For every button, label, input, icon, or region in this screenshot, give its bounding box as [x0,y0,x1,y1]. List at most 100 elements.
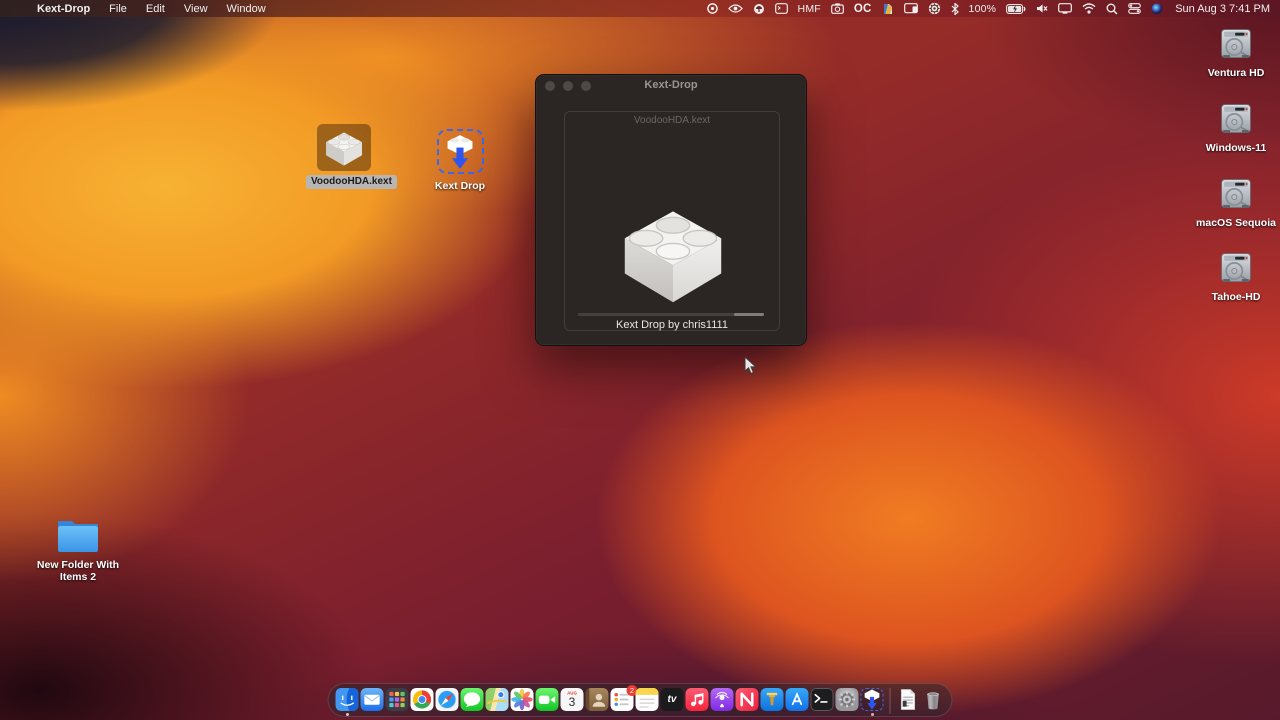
siri-orb-icon[interactable] [1151,0,1163,17]
hard-drive-icon [1221,29,1251,59]
volume-muted-icon[interactable] [1036,0,1048,17]
dock: AUG 3 2 tv [327,683,953,717]
dock-app-store[interactable] [785,688,809,716]
keynote-icon [760,688,784,711]
dock-keynote[interactable] [760,688,784,716]
drive-windows-11[interactable]: Windows-11 [1194,102,1278,154]
close-button[interactable] [545,81,555,91]
colored-app-icon[interactable] [882,0,894,17]
calendar-day: 3 [569,695,576,709]
kext-dropzone[interactable]: VoodooHDA.kext Kext Drop by chris1111 [564,111,780,331]
control-center-icon[interactable] [1128,0,1142,17]
app-circle-icon[interactable] [753,0,765,17]
dropzone-file-label: VoodooHDA.kext [633,115,711,126]
music-icon [685,688,709,711]
window-titlebar[interactable]: Kext-Drop [536,75,806,97]
tv-logo: tv [667,694,677,705]
dock-finder[interactable] [335,688,359,716]
launchpad-icon [385,688,409,711]
dock-tv[interactable]: tv [660,688,684,716]
mail-icon [360,688,384,711]
hard-drive-icon [1221,104,1251,134]
drive-label: Tahoe-HD [1211,291,1261,303]
menu-clock[interactable]: Sun Aug 3 7:41 PM [1173,3,1270,15]
camera-icon[interactable] [830,0,844,17]
photos-icon [510,688,534,711]
menu-view[interactable]: View [184,3,208,15]
record-icon[interactable] [706,0,718,17]
drive-label: Ventura HD [1207,67,1265,79]
maps-icon [485,688,509,711]
trash-icon [927,692,939,710]
dock-facetime[interactable] [535,688,559,716]
zoom-button[interactable] [581,81,591,91]
brick-arrow-icon [864,689,880,710]
dock-contacts[interactable] [585,688,609,716]
hmf-label[interactable]: HMF [798,0,821,17]
oc-label[interactable]: OC [854,0,872,17]
dock-calendar[interactable]: AUG 3 [560,688,584,716]
dock-safari[interactable] [435,688,459,716]
app-store-icon [785,688,809,711]
drive-label: Windows-11 [1205,142,1267,154]
desktop-app-kext-drop[interactable]: Kext Drop [422,129,498,192]
menu-bar: Kext-Drop File Edit View Window HMF OC 1… [0,0,1280,17]
spotlight-icon[interactable] [1106,0,1118,17]
finder-icon [335,688,359,711]
dock-terminal[interactable] [810,688,834,716]
podcasts-icon [710,688,734,711]
dock-chrome[interactable] [410,688,434,716]
dock-news[interactable] [735,688,759,716]
dock-messages[interactable] [460,688,484,716]
folder-label: New Folder With Items 2 [36,559,120,583]
running-indicator [345,713,349,716]
dock-podcasts[interactable] [710,688,734,716]
sidecar-display-icon[interactable] [903,0,918,17]
dock-system-settings[interactable] [835,688,859,716]
drive-macos-sequoia[interactable]: macOS Sequoia [1194,177,1278,229]
dock-music[interactable] [685,688,709,716]
battery-percent: 100% [968,2,997,15]
terminal-window-icon[interactable] [774,0,788,17]
drive-label: macOS Sequoia [1196,217,1276,229]
kext-drop-app-icon [436,129,484,174]
minimize-button[interactable] [563,81,573,91]
drive-ventura-hd[interactable]: Ventura HD [1194,27,1278,79]
dock-notes[interactable] [635,688,659,716]
bluetooth-icon[interactable] [951,0,959,17]
display-icon[interactable] [1058,0,1073,17]
dock-trash[interactable] [922,688,945,716]
eye-icon[interactable] [727,0,743,17]
messages-icon [460,688,484,711]
calendar-icon: AUG 3 [560,688,584,711]
chrome-icon [410,688,434,711]
menu-edit[interactable]: Edit [146,3,165,15]
menu-file[interactable]: File [109,3,127,15]
hard-drive-icon [1221,179,1251,209]
dock-document[interactable] [897,688,920,716]
battery-icon[interactable] [1006,0,1026,17]
dock-mail[interactable] [360,688,384,716]
voodoohda-label: VoodooHDA.kext [306,175,397,189]
menu-app-name[interactable]: Kext-Drop [37,3,90,15]
lego-brick-icon [326,131,362,166]
kext-drop-window[interactable]: Kext-Drop VoodooHDA.kext Kext Drop by ch… [535,74,807,346]
progress-fill [734,313,764,316]
desktop-folder-new-folder[interactable]: New Folder With Items 2 [36,514,120,583]
dock-kext-drop[interactable] [860,688,884,716]
brick-arrow-icon [447,134,473,169]
dock-photos[interactable] [510,688,534,716]
voodoohda-kext-icon [317,124,371,171]
lego-brick-icon [624,211,722,303]
dock-launchpad[interactable] [385,688,409,716]
install-progress-bar [578,313,764,316]
wifi-icon[interactable] [1082,0,1096,17]
dock-maps[interactable] [485,688,509,716]
drive-tahoe-hd[interactable]: Tahoe-HD [1194,251,1278,303]
desktop-file-voodoohda[interactable]: VoodooHDA.kext [306,124,397,189]
gear-circle-icon[interactable] [928,0,941,17]
window-caption: Kext Drop by chris1111 [616,319,728,331]
menu-window[interactable]: Window [227,3,266,15]
dock-reminders[interactable]: 2 [610,685,638,716]
terminal-icon [810,688,834,711]
